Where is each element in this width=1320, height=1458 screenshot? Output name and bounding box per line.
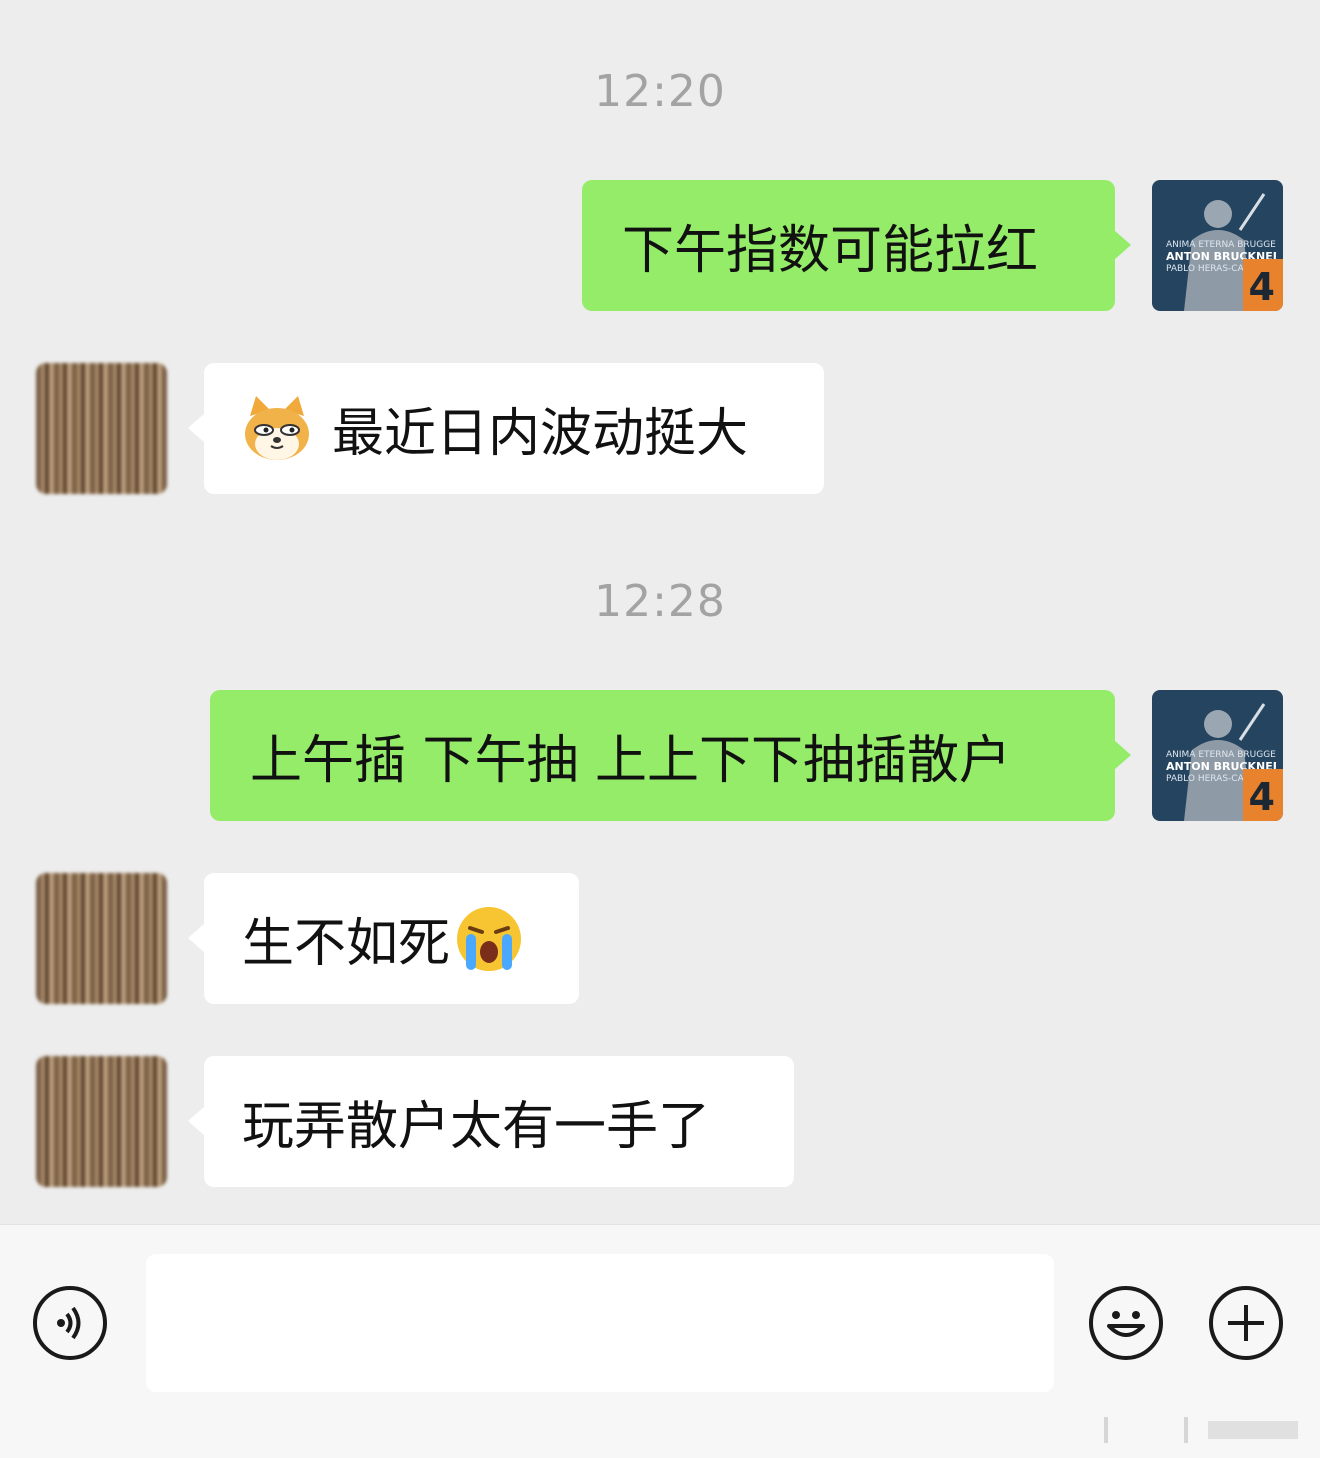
incoming-message[interactable]: 最近日内波动挺大 xyxy=(188,363,824,494)
message-text: 玩弄散户太有一手了 xyxy=(242,1097,711,1157)
album-number: 4 xyxy=(1248,775,1275,819)
timestamp: 12:28 xyxy=(594,576,726,627)
message-text: 最近日内波动挺大 xyxy=(332,404,749,464)
contact-avatar[interactable] xyxy=(36,363,167,494)
contact-avatar[interactable] xyxy=(36,1056,167,1187)
doge-cat-emoji xyxy=(242,394,312,464)
contact-avatar[interactable] xyxy=(36,873,167,1004)
self-avatar[interactable]: ANIMA ETERNA BRUGGE ANTON BRUCKNER PABLO… xyxy=(1152,180,1283,311)
timestamp: 12:20 xyxy=(594,66,726,117)
message-text: 生不如死 xyxy=(242,914,451,974)
voice-icon[interactable] xyxy=(33,1286,107,1360)
input-bar xyxy=(0,1224,1320,1458)
incoming-message[interactable]: 玩弄散户太有一手了 xyxy=(188,1056,794,1187)
incoming-message[interactable]: 生不如死 xyxy=(188,873,579,1004)
plus-icon[interactable] xyxy=(1209,1286,1283,1360)
message-text: 下午指数可能拉红 xyxy=(622,221,1039,281)
watermark-icon xyxy=(1104,1417,1298,1443)
emoji-smile-icon[interactable] xyxy=(1089,1286,1163,1360)
chat-area[interactable]: 12:20 下午指数可能拉红 ANIMA ETERNA BRUGGE ANTON… xyxy=(0,0,1320,1224)
outgoing-message[interactable]: 下午指数可能拉红 xyxy=(582,180,1131,311)
loudly-crying-emoji xyxy=(454,904,524,974)
album-caption: ANIMA ETERNA BRUGGE xyxy=(1166,240,1276,250)
message-text: 上午插 下午抽 上上下下抽插散户 xyxy=(250,731,1012,791)
album-number: 4 xyxy=(1248,265,1275,309)
album-caption: ANIMA ETERNA BRUGGE xyxy=(1166,750,1276,760)
self-avatar[interactable]: ANIMA ETERNA BRUGGE ANTON BRUCKNER PABLO… xyxy=(1152,690,1283,821)
message-input[interactable] xyxy=(146,1254,1054,1392)
outgoing-message[interactable]: 上午插 下午抽 上上下下抽插散户 xyxy=(210,690,1131,821)
